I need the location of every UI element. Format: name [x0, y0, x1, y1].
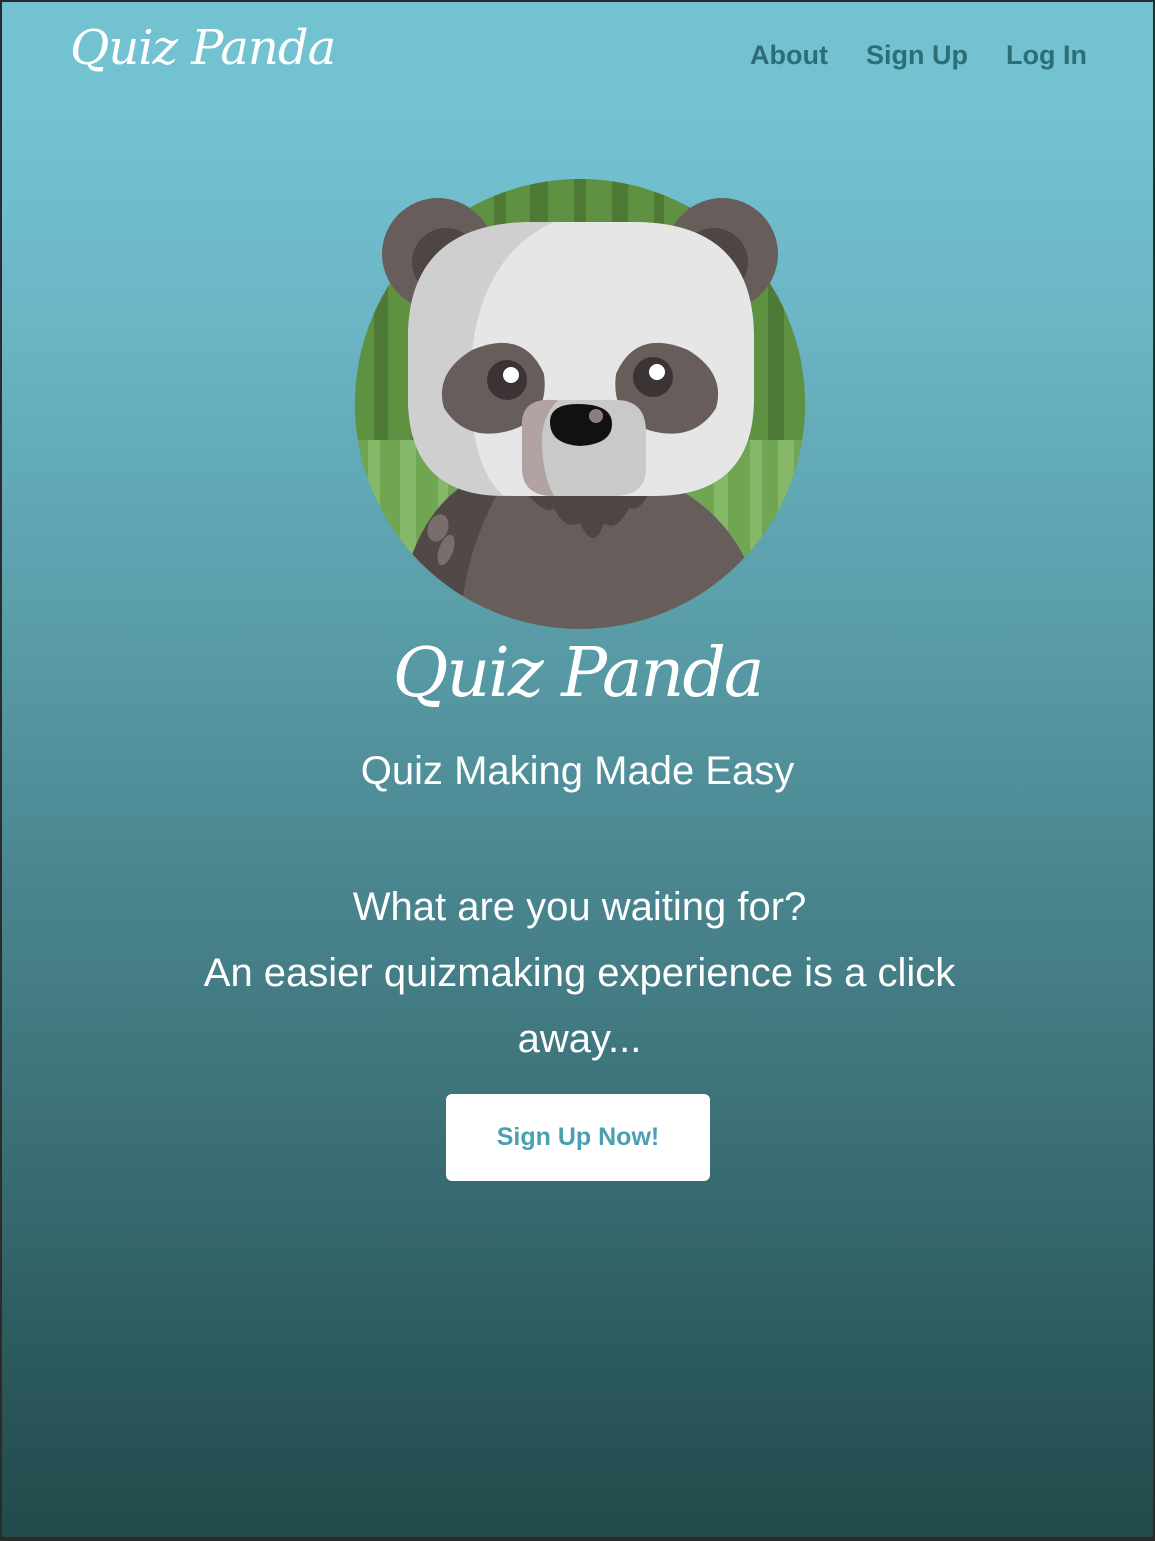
sign-up-now-button[interactable]: Sign Up Now! [446, 1094, 710, 1181]
hero-tagline: Quiz Making Made Easy [360, 749, 795, 793]
navbar: Quiz Panda About Sign Up Log In [2, 2, 1153, 103]
nav-signup-link[interactable]: Sign Up [866, 40, 968, 71]
nav-links: About Sign Up Log In [750, 40, 1087, 71]
hero-pitch: What are you waiting for? An easier quiz… [152, 874, 1007, 1072]
pitch-line-statement: An easier quizmaking experience is a cli… [203, 951, 956, 1061]
landing-page: Quiz Panda About Sign Up Log In Quiz Pan… [2, 2, 1153, 1537]
brand-logo[interactable]: Quiz Panda [70, 20, 336, 76]
hero-title: Quiz Panda [392, 634, 765, 713]
panda-avatar-icon [354, 178, 806, 630]
nav-login-link[interactable]: Log In [1006, 40, 1087, 71]
nav-about-link[interactable]: About [750, 40, 828, 71]
pitch-line-question: What are you waiting for? [352, 885, 807, 929]
